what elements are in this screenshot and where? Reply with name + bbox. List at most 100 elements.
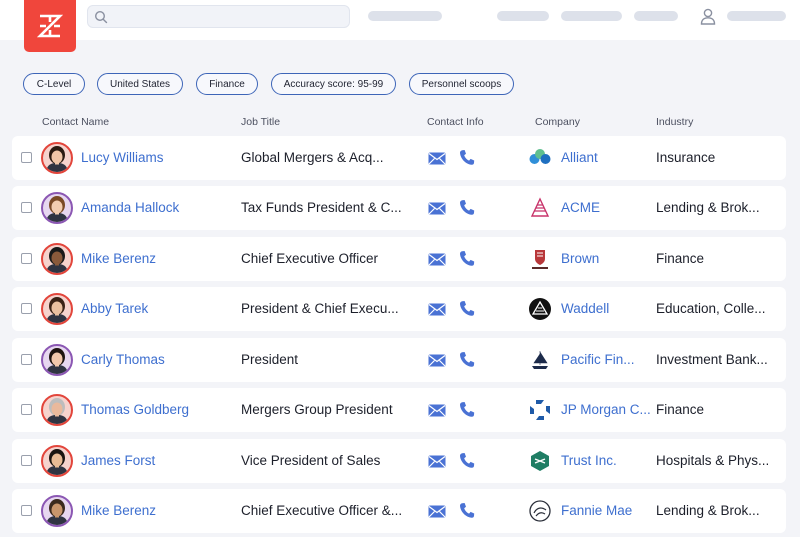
table-row[interactable]: Mike Berenz Chief Executive Officer Brown F…: [12, 237, 786, 281]
column-header-industry[interactable]: Industry: [656, 116, 693, 128]
contact-name-link[interactable]: James Forst: [81, 453, 155, 468]
acme-logo-icon: [528, 196, 552, 220]
contact-name-link[interactable]: Mike Berenz: [81, 503, 156, 518]
phone-icon[interactable]: [459, 401, 475, 423]
company-name-link[interactable]: Trust Inc.: [561, 453, 651, 468]
avatar[interactable]: [41, 243, 73, 275]
industry: Lending & Brok...: [656, 503, 760, 518]
email-icon[interactable]: [428, 202, 446, 220]
table-row[interactable]: Lucy Williams Global Mergers & Acq... Alli…: [12, 136, 786, 180]
job-title: Tax Funds President & C...: [241, 200, 402, 215]
email-icon[interactable]: [428, 303, 446, 321]
avatar[interactable]: [41, 142, 73, 174]
table-row[interactable]: Amanda Hallock Tax Funds President & C...…: [12, 186, 786, 230]
row-checkbox[interactable]: [21, 202, 32, 213]
job-title: Global Mergers & Acq...: [241, 150, 384, 165]
company-name-link[interactable]: Alliant: [561, 150, 651, 165]
trust-logo-icon: [528, 449, 552, 473]
email-icon[interactable]: [428, 354, 446, 372]
z-logo-icon: [36, 14, 64, 38]
contact-name-link[interactable]: Carly Thomas: [81, 352, 165, 367]
avatar[interactable]: [41, 394, 73, 426]
phone-icon[interactable]: [459, 351, 475, 373]
table-row[interactable]: James Forst Vice President of Sales Trust …: [12, 439, 786, 483]
nav-placeholder-1[interactable]: [368, 11, 442, 21]
industry: Hospitals & Phys...: [656, 453, 770, 468]
filter-chip[interactable]: Finance: [196, 73, 258, 95]
row-checkbox[interactable]: [21, 404, 32, 415]
column-header-contact-name[interactable]: Contact Name: [42, 116, 109, 128]
filter-chip[interactable]: United States: [97, 73, 183, 95]
top-bar: [0, 0, 800, 40]
phone-icon[interactable]: [459, 452, 475, 474]
industry: Finance: [656, 251, 705, 266]
avatar[interactable]: [41, 293, 73, 325]
user-icon[interactable]: [700, 8, 716, 25]
column-header-job-title[interactable]: Job Title: [241, 116, 280, 128]
table-row[interactable]: Mike Berenz Chief Executive Officer &... F…: [12, 489, 786, 533]
industry: Lending & Brok...: [656, 200, 760, 215]
row-checkbox[interactable]: [21, 505, 32, 516]
waddell-logo-icon: [528, 297, 552, 321]
job-title: President: [241, 352, 299, 367]
job-title: Vice President of Sales: [241, 453, 381, 468]
avatar[interactable]: [41, 445, 73, 477]
company-name-link[interactable]: Brown: [561, 251, 651, 266]
table-row[interactable]: Abby Tarek President & Chief Execu... Wadd…: [12, 287, 786, 331]
row-checkbox[interactable]: [21, 303, 32, 314]
company-name-link[interactable]: Waddell: [561, 301, 651, 316]
job-title: Mergers Group President: [241, 402, 393, 417]
company-name-link[interactable]: Fannie Mae: [561, 503, 651, 518]
table-row[interactable]: Thomas Goldberg Mergers Group President JP…: [12, 388, 786, 432]
nav-placeholder-3[interactable]: [561, 11, 622, 21]
nav-placeholder-4[interactable]: [634, 11, 678, 21]
email-icon[interactable]: [428, 152, 446, 170]
email-icon[interactable]: [428, 253, 446, 271]
avatar[interactable]: [41, 344, 73, 376]
contact-name-link[interactable]: Amanda Hallock: [81, 200, 179, 215]
industry: Education, Colle...: [656, 301, 766, 316]
search-input[interactable]: [87, 5, 350, 28]
job-title: Chief Executive Officer &...: [241, 503, 403, 518]
email-icon[interactable]: [428, 455, 446, 473]
table-row[interactable]: Carly Thomas President Pacific Fin... Inves…: [12, 338, 786, 382]
brown-logo-icon: [528, 247, 552, 271]
row-checkbox[interactable]: [21, 455, 32, 466]
phone-icon[interactable]: [459, 199, 475, 221]
column-header-company[interactable]: Company: [535, 116, 580, 128]
filter-chip[interactable]: Personnel scoops: [409, 73, 514, 95]
phone-icon[interactable]: [459, 149, 475, 171]
industry: Investment Bank...: [656, 352, 768, 367]
row-checkbox[interactable]: [21, 354, 32, 365]
contact-name-link[interactable]: Thomas Goldberg: [81, 402, 189, 417]
email-icon[interactable]: [428, 505, 446, 523]
avatar[interactable]: [41, 495, 73, 527]
contact-name-link[interactable]: Abby Tarek: [81, 301, 148, 316]
fannie-mae-logo-icon: [528, 499, 552, 523]
contact-name-link[interactable]: Mike Berenz: [81, 251, 156, 266]
jpmorgan-logo-icon: [528, 398, 552, 422]
row-checkbox[interactable]: [21, 253, 32, 264]
column-header-contact-info[interactable]: Contact Info: [427, 116, 484, 128]
job-title: President & Chief Execu...: [241, 301, 399, 316]
phone-icon[interactable]: [459, 300, 475, 322]
filter-chip[interactable]: Accuracy score: 95-99: [271, 73, 396, 95]
industry: Finance: [656, 402, 705, 417]
industry: Insurance: [656, 150, 716, 165]
company-name-link[interactable]: ACME: [561, 200, 651, 215]
phone-icon[interactable]: [459, 250, 475, 272]
phone-icon[interactable]: [459, 502, 475, 524]
pacific-ship-logo-icon: [528, 348, 552, 372]
avatar[interactable]: [41, 192, 73, 224]
zoominfo-logo[interactable]: [24, 0, 76, 52]
contact-name-link[interactable]: Lucy Williams: [81, 150, 164, 165]
row-checkbox[interactable]: [21, 152, 32, 163]
email-icon[interactable]: [428, 404, 446, 422]
user-name-placeholder[interactable]: [727, 11, 786, 21]
company-name-link[interactable]: Pacific Fin...: [561, 352, 651, 367]
search-icon: [94, 10, 108, 24]
nav-placeholder-2[interactable]: [497, 11, 549, 21]
filter-chip[interactable]: C-Level: [23, 73, 85, 95]
job-title: Chief Executive Officer: [241, 251, 379, 266]
company-name-link[interactable]: JP Morgan C...: [561, 402, 651, 417]
